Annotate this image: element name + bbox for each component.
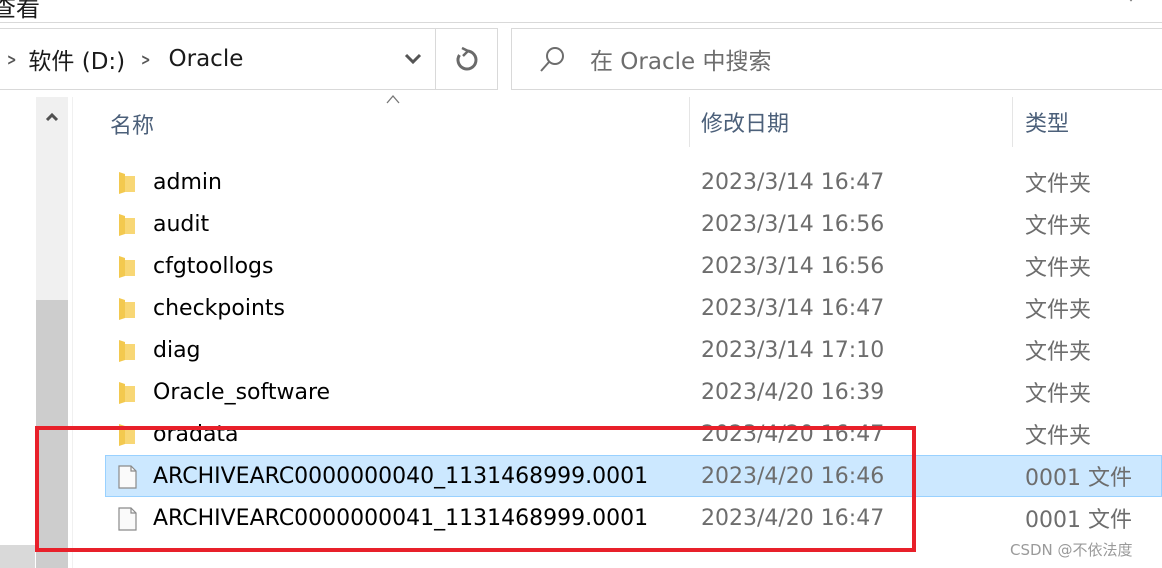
file-type: 文件夹: [1025, 298, 1092, 323]
folder-icon: [119, 214, 135, 236]
scroll-thumb[interactable]: [36, 300, 68, 568]
folder-icon: [119, 424, 135, 446]
ribbon-tab-view[interactable]: 查看: [0, 0, 40, 23]
ribbon-collapse-icon[interactable]: [1126, 0, 1136, 4]
file-icon: [118, 507, 137, 531]
file-row-oradata[interactable]: oradata 2023/4/20 16:47 文件夹: [105, 413, 1162, 455]
breadcrumb-folder[interactable]: Oracle: [169, 46, 244, 72]
file-date: 2023/4/20 16:47: [701, 505, 885, 531]
search-input[interactable]: 在 Oracle 中搜索: [511, 28, 1162, 90]
file-type: 文件夹: [1025, 214, 1092, 239]
breadcrumb-drive[interactable]: 软件 (D:): [28, 42, 125, 76]
navigation-scrollbar[interactable]: [36, 97, 68, 568]
file-date: 2023/4/20 16:39: [701, 379, 885, 405]
scroll-up-button[interactable]: [36, 97, 68, 137]
file-date: 2023/3/14 17:10: [701, 337, 885, 363]
file-row-admin[interactable]: admin 2023/3/14 16:47 文件夹: [105, 161, 1162, 203]
column-header-date[interactable]: 修改日期: [689, 97, 789, 147]
address-history-button[interactable]: [391, 29, 435, 89]
file-type: 文件夹: [1025, 424, 1092, 449]
file-date: 2023/3/14 16:47: [701, 169, 885, 195]
folder-icon: [119, 382, 135, 404]
file-date: 2023/3/14 16:47: [701, 295, 885, 321]
file-row-checkpoints[interactable]: checkpoints 2023/3/14 16:47 文件夹: [105, 287, 1162, 329]
address-bar[interactable]: > 软件 (D:) > Oracle: [0, 28, 498, 90]
chevron-down-icon: [404, 53, 422, 65]
breadcrumb-chevron-icon[interactable]: >: [141, 50, 150, 69]
pane-divider[interactable]: [72, 97, 73, 568]
search-placeholder: 在 Oracle 中搜索: [590, 49, 772, 75]
breadcrumb-chevron-icon[interactable]: >: [7, 50, 16, 69]
file-list: admin 2023/3/14 16:47 文件夹 audit 2023/3/1…: [105, 161, 1162, 539]
file-row-oracle-software[interactable]: Oracle_software 2023/4/20 16:39 文件夹: [105, 371, 1162, 413]
column-header-name[interactable]: 名称: [110, 97, 154, 151]
file-row-diag[interactable]: diag 2023/3/14 17:10 文件夹: [105, 329, 1162, 371]
file-type: 文件夹: [1025, 382, 1092, 407]
folder-icon: [119, 340, 135, 362]
file-name: oradata: [153, 421, 239, 447]
chevron-up-icon: [45, 112, 59, 122]
file-name: cfgtoollogs: [153, 253, 274, 279]
search-icon: [540, 47, 564, 72]
file-name: Oracle_software: [153, 379, 331, 405]
folder-icon: [119, 298, 135, 320]
file-date: 2023/4/20 16:47: [701, 421, 885, 447]
file-row-audit[interactable]: audit 2023/3/14 16:56 文件夹: [105, 203, 1162, 245]
file-type: 文件夹: [1025, 172, 1092, 197]
file-row-archive-40[interactable]: ARCHIVEARC0000000040_1131468999.0001 202…: [105, 455, 1162, 497]
refresh-icon: [456, 46, 477, 71]
file-row-archive-41[interactable]: ARCHIVEARC0000000041_1131468999.0001 202…: [105, 497, 1162, 539]
file-name: admin: [153, 169, 222, 195]
file-icon: [118, 465, 137, 489]
column-header-row: 名称 修改日期 类型: [73, 95, 1162, 151]
file-name: ARCHIVEARC0000000040_1131468999.0001: [153, 463, 649, 489]
file-type: 文件夹: [1025, 256, 1092, 281]
file-row-cfgtoollogs[interactable]: cfgtoollogs 2023/3/14 16:56 文件夹: [105, 245, 1162, 287]
file-date: 2023/4/20 16:46: [701, 463, 885, 489]
file-name: ARCHIVEARC0000000041_1131468999.0001: [153, 505, 649, 531]
navigation-pane-item[interactable]: [0, 545, 35, 568]
file-type: 0001 文件: [1025, 466, 1132, 491]
file-date: 2023/3/14 16:56: [701, 253, 885, 279]
navigation-pane[interactable]: [0, 97, 36, 568]
file-type: 文件夹: [1025, 340, 1092, 365]
file-name: diag: [153, 337, 201, 363]
file-type: 0001 文件: [1025, 508, 1132, 533]
folder-icon: [119, 256, 135, 278]
file-name: audit: [153, 211, 210, 237]
folder-icon: [119, 172, 135, 194]
file-date: 2023/3/14 16:56: [701, 211, 885, 237]
refresh-button[interactable]: [435, 29, 497, 89]
sort-ascending-icon: [386, 95, 400, 104]
column-header-type[interactable]: 类型: [1012, 97, 1069, 147]
ribbon-divider: [0, 22, 1162, 23]
file-name: checkpoints: [153, 295, 285, 321]
watermark: CSDN @不依法度: [1010, 541, 1133, 559]
